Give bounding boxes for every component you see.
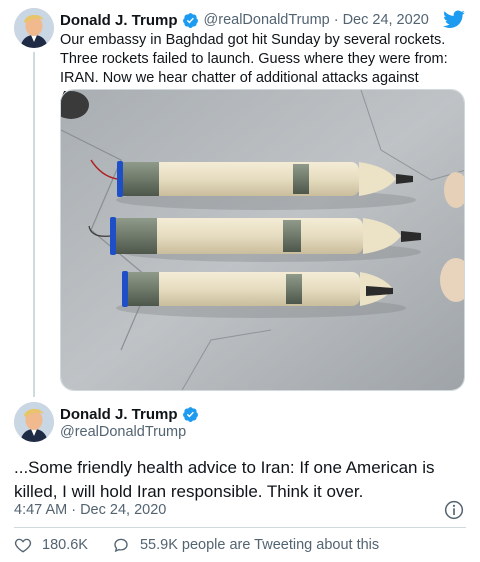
author-name[interactable]: Donald J. Trump [60,12,178,29]
avatar[interactable] [14,8,54,48]
tweet-actions: 180.6K 55.9K people are Tweeting about t… [14,534,379,556]
heart-icon [14,538,32,553]
parent-tweet-header: Donald J. Trump @realDonaldTrump · Dec 2… [60,10,429,30]
author-name[interactable]: Donald J. Trump [60,406,178,423]
avatar-image [14,8,54,48]
info-icon[interactable] [444,500,464,520]
parent-tweet[interactable]: Donald J. Trump @realDonaldTrump · Dec 2… [0,0,480,397]
avatar-image [14,402,54,442]
tweeting-about-text: 55.9K people are Tweeting about this [139,537,380,553]
header-separator: · [333,12,339,28]
tweet-photo[interactable] [60,89,465,391]
verified-badge-icon [182,12,199,29]
photo-of-three-rockets [61,90,464,390]
thread-connector-line [33,52,35,397]
divider [14,527,466,528]
avatar[interactable] [14,402,54,442]
main-tweet-author: Donald J. Trump [60,404,199,424]
verified-badge-icon [182,406,199,423]
author-handle[interactable]: @realDonaldTrump [60,424,186,440]
tweet-timestamp[interactable]: 4:47 AM · Dec 24, 2020 [14,502,166,518]
tweet-card: Donald J. Trump @realDonaldTrump · Dec 2… [0,0,480,562]
like-count: 180.6K [42,537,88,553]
tweeting-about-this-link[interactable]: 55.9K people are Tweeting about this [112,536,379,554]
tweet-date[interactable]: Dec 24, 2020 [343,12,429,28]
like-button[interactable]: 180.6K [14,536,88,554]
speech-bubble-icon [114,538,128,553]
main-tweet-text: ...Some friendly health advice to Iran: … [14,458,435,501]
twitter-bird-icon[interactable] [442,8,466,30]
author-handle[interactable]: @realDonaldTrump [204,12,330,28]
